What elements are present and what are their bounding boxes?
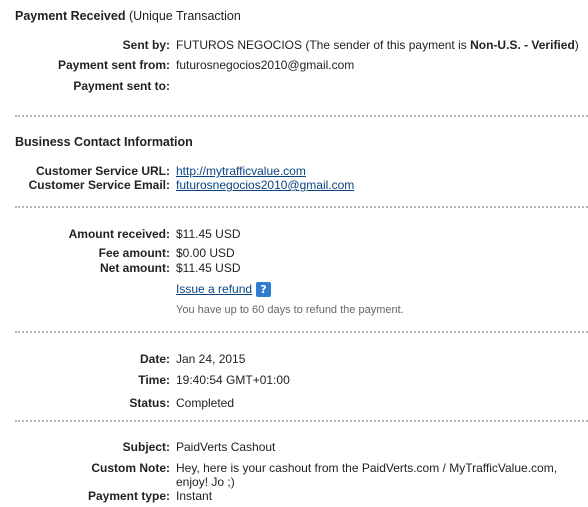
- section-divider: [15, 420, 588, 422]
- payment-type-value: Instant: [176, 489, 213, 503]
- sender-status-suffix: ): [574, 38, 579, 52]
- business-contact-heading: Business Contact Information: [15, 135, 193, 149]
- net-amount-label: Net amount:: [100, 261, 170, 275]
- custom-note-label: Custom Note:: [91, 461, 170, 475]
- question-mark-icon[interactable]: ?: [256, 282, 271, 297]
- time-label: Time:: [138, 373, 170, 387]
- subject-value: PaidVerts Cashout: [176, 440, 276, 454]
- status-label: Status:: [129, 396, 170, 410]
- section-divider: [15, 115, 588, 117]
- page-title: Payment Received (Unique Transaction: [15, 9, 241, 23]
- payment-sent-from-value: futurosnegocios2010@gmail.com: [176, 58, 355, 72]
- sender-status-prefix: (The sender of this payment is: [302, 38, 471, 52]
- date-value: Jan 24, 2015: [176, 352, 246, 366]
- payment-sent-to-label: Payment sent to:: [73, 79, 170, 93]
- sender-verification-status: Non-U.S. - Verified: [470, 38, 575, 52]
- time-value: 19:40:54 GMT+01:00: [176, 373, 290, 387]
- subject-label: Subject:: [122, 440, 170, 454]
- sender-name: FUTUROS NEGOCIOS: [176, 38, 303, 52]
- section-divider: [15, 206, 588, 208]
- sent-by-label: Sent by:: [122, 38, 170, 52]
- amount-received-value: $11.45 USD: [176, 227, 241, 241]
- page-title-rest: (Unique Transaction: [125, 9, 241, 23]
- amount-received-label: Amount received:: [68, 227, 170, 241]
- refund-window-note: You have up to 60 days to refund the pay…: [176, 304, 404, 316]
- page-title-bold: Payment Received: [15, 9, 126, 23]
- custom-note-line-2: enjoy! Jo ;): [176, 475, 235, 489]
- payment-sent-from-label: Payment sent from:: [57, 58, 170, 72]
- status-value: Completed: [176, 396, 235, 410]
- customer-service-email-label: Customer Service Email:: [28, 178, 170, 192]
- sent-by-value: FUTUROS NEGOCIOS (The sender of this pay…: [176, 38, 579, 52]
- fee-amount-value: $0.00 USD: [176, 246, 235, 260]
- custom-note-line-1: Hey, here is your cashout from the PaidV…: [176, 461, 558, 475]
- issue-refund-link[interactable]: Issue a refund: [176, 282, 252, 296]
- customer-service-email-link[interactable]: futurosnegocios2010@gmail.com: [176, 178, 354, 192]
- fee-amount-label: Fee amount:: [98, 246, 170, 260]
- date-label: Date:: [139, 352, 170, 366]
- payment-type-label: Payment type:: [87, 489, 170, 503]
- section-divider: [15, 331, 588, 333]
- customer-service-url-link[interactable]: http://mytrafficvalue.com: [176, 164, 306, 178]
- customer-service-url-label: Customer Service URL:: [35, 164, 170, 178]
- net-amount-value: $11.45 USD: [176, 261, 241, 275]
